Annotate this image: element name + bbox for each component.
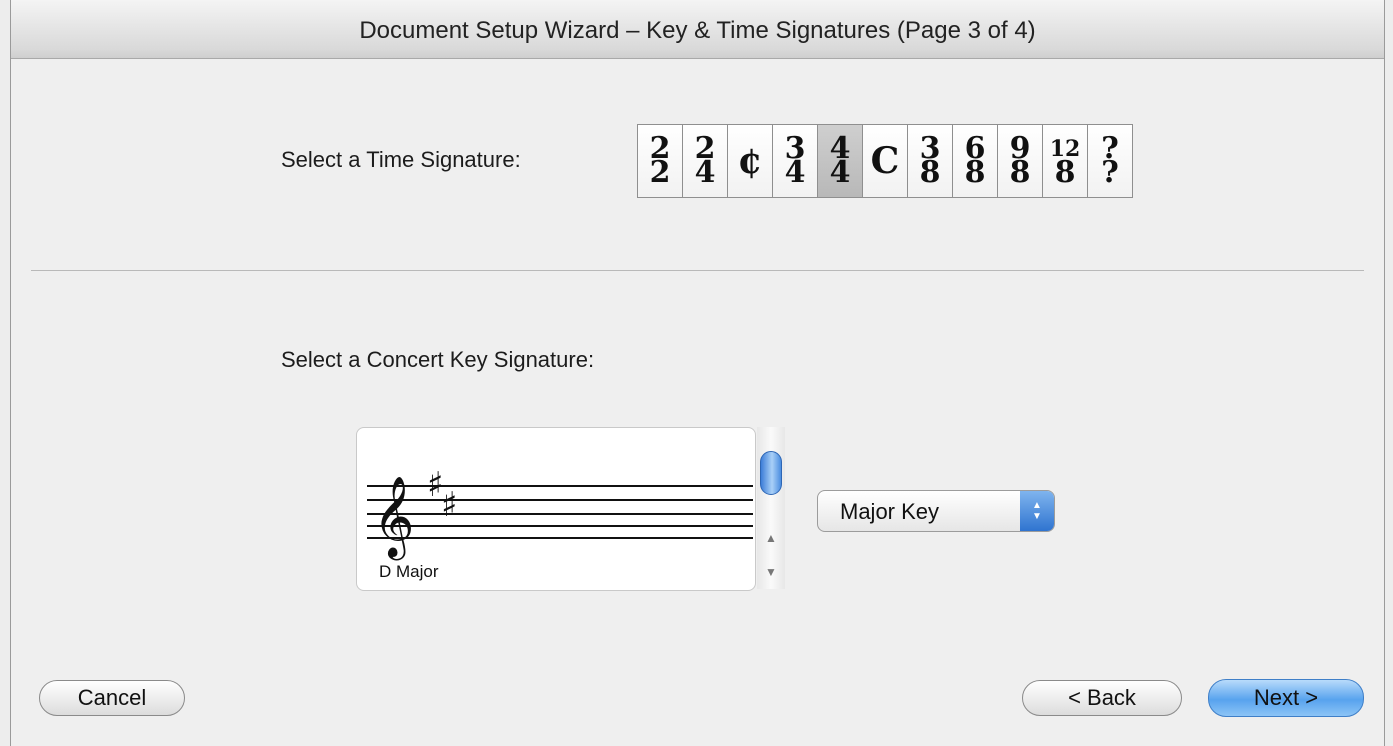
time-sig-denominator: 8 xyxy=(1009,155,1031,190)
time-sig-denominator: 4 xyxy=(784,155,806,190)
key-name-text: D Major xyxy=(379,562,439,581)
time-sig-9-8[interactable]: 98 xyxy=(998,125,1042,197)
time-signature-label: Select a Time Signature: xyxy=(281,147,521,172)
key-scrollbar[interactable]: ▲ ▼ xyxy=(757,427,785,589)
time-sig-cut-time[interactable]: ¢ xyxy=(728,125,772,197)
popup-arrows-icon: ▲ ▼ xyxy=(1020,491,1054,531)
key-signature-label: Select a Concert Key Signature: xyxy=(281,347,595,372)
time-sig-denominator: ? xyxy=(1101,155,1119,190)
next-button[interactable]: Next > xyxy=(1208,679,1364,717)
time-sig-denominator: 8 xyxy=(919,155,941,190)
wizard-window: Document Setup Wizard – Key & Time Signa… xyxy=(10,0,1385,746)
time-sig-denominator: 4 xyxy=(829,155,851,190)
time-sig-3-8[interactable]: 38 xyxy=(908,125,952,197)
time-sig-4-4[interactable]: 44 xyxy=(818,125,862,197)
section-divider xyxy=(31,270,1364,271)
key-mode-select[interactable]: Major Key ▲ ▼ xyxy=(817,490,1055,532)
scroll-thumb[interactable] xyxy=(760,451,782,495)
svg-text:𝄞: 𝄞 xyxy=(373,475,414,560)
time-sig-12-8[interactable]: 12 8 xyxy=(1043,125,1087,197)
back-button[interactable]: < Back xyxy=(1022,680,1182,716)
time-sig-denominator: 4 xyxy=(694,155,716,190)
time-sig-other[interactable]: ?? xyxy=(1088,125,1132,197)
time-sig-denominator: 2 xyxy=(649,155,671,190)
time-signature-palette: 22 24 ¢ 34 44 C 38 68 98 12 8 ?? xyxy=(637,124,1133,198)
cut-time-symbol: ¢ xyxy=(737,140,763,182)
time-sig-denominator: 8 xyxy=(964,155,986,190)
time-sig-6-8[interactable]: 68 xyxy=(953,125,997,197)
key-mode-value: Major Key xyxy=(840,499,940,524)
time-sig-common-time[interactable]: C xyxy=(863,125,907,197)
svg-text:♯: ♯ xyxy=(441,485,457,525)
scroll-up-arrow-icon[interactable]: ▲ xyxy=(765,531,777,545)
scroll-down-arrow-icon[interactable]: ▼ xyxy=(765,565,777,579)
window-title: Document Setup Wizard – Key & Time Signa… xyxy=(11,0,1384,59)
time-sig-2-2[interactable]: 22 xyxy=(638,125,682,197)
time-sig-2-4[interactable]: 24 xyxy=(683,125,727,197)
time-sig-denominator: 8 xyxy=(1054,155,1076,190)
key-signature-preview[interactable]: 𝄞 ♯ ♯ D Major xyxy=(356,427,756,591)
time-sig-3-4[interactable]: 34 xyxy=(773,125,817,197)
cancel-button[interactable]: Cancel xyxy=(39,680,185,716)
common-time-symbol: C xyxy=(870,140,900,182)
